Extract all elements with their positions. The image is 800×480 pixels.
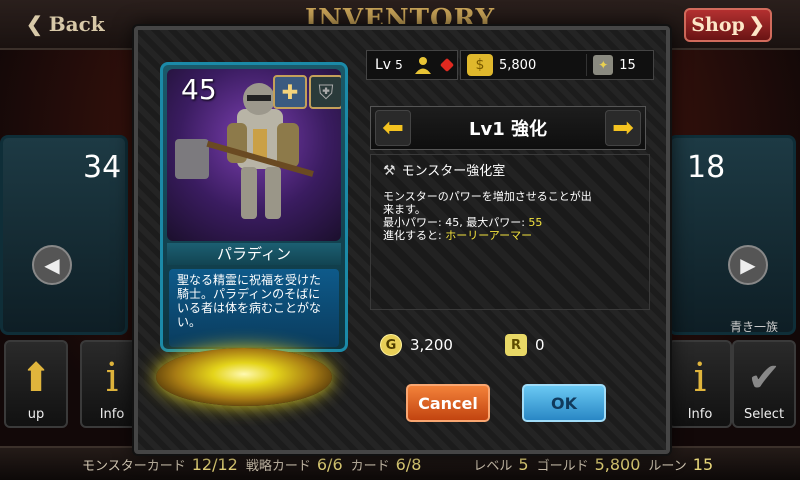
- shield-icon: ⛨: [309, 75, 341, 109]
- player-gold: 5,800: [499, 57, 537, 73]
- gold-bag-icon: $: [467, 54, 493, 76]
- rune-icon: ✦: [593, 55, 614, 75]
- info-label-right: Info: [687, 407, 713, 422]
- back-button[interactable]: ❮ Back: [14, 8, 117, 40]
- info-label-left: Info: [99, 407, 125, 422]
- anvil-icon: ⚒: [383, 163, 396, 179]
- next-level-button[interactable]: ➡: [605, 110, 641, 146]
- upgrade-info-panel: ⚒ モンスター強化室 モンスターのパワーを増加させることが出 来ます。 最小パワ…: [370, 154, 650, 310]
- card-power: 45: [181, 73, 217, 106]
- upgrade-cost: G 3,200 R 0: [370, 322, 650, 368]
- info-line-3: 最小パワー: 45, 最大パワー: 55: [383, 216, 637, 229]
- select-button[interactable]: ✔ Select: [732, 340, 796, 428]
- upgrade-side-button[interactable]: ⬆ up: [4, 340, 68, 428]
- info-line-2: 来ます。: [383, 203, 426, 216]
- upgrade-level-selector: ⬅ Lv1 強化 ➡: [370, 106, 646, 150]
- arrow-left-icon: ⬅: [382, 113, 404, 143]
- upgrade-side-label: up: [27, 407, 45, 422]
- cancel-button[interactable]: Cancel: [406, 384, 490, 422]
- next-card-power: 18: [687, 150, 726, 185]
- info-icon: i: [105, 355, 119, 401]
- chevron-right-icon: ❯: [748, 14, 765, 36]
- next-card-name: 青き一族: [730, 320, 779, 334]
- player-gold-box: $ 5,800 ✦ 15: [460, 50, 654, 80]
- monster-cards-value: 12/12: [191, 454, 238, 474]
- evolution-name: ホーリーアーマー: [445, 229, 533, 242]
- level-label: レベル: [473, 458, 513, 474]
- rune-coin-icon: R: [504, 334, 527, 356]
- power-range-label: 最小パワー: 45, 最大パワー:: [383, 216, 529, 229]
- ok-button[interactable]: OK: [522, 384, 606, 422]
- upgrade-dialog: 45 ✚ ⛨ パラディン 聖なる精霊に祝福を受けた騎士。パラディンのそばにいる者…: [134, 26, 670, 454]
- info-line-1: モンスターのパワーを増加させることが出: [383, 190, 592, 203]
- monster-art: 45 ✚ ⛨: [167, 69, 341, 241]
- glowing-pedestal: [156, 348, 332, 406]
- checkmark-icon: ✔: [747, 355, 781, 401]
- level-value: 5: [518, 454, 529, 474]
- cross-icon: ✚: [273, 75, 307, 109]
- cards-value: 6/8: [395, 454, 422, 474]
- back-label: Back: [48, 12, 105, 36]
- gold-cost: 3,200: [410, 336, 453, 354]
- arrow-up-icon: ⬆: [19, 355, 53, 401]
- gold-coin-icon: G: [380, 334, 402, 356]
- info-icon: i: [693, 355, 707, 401]
- rune-cost: 0: [534, 336, 545, 354]
- person-icon: [414, 57, 431, 74]
- lv-label: Lv: [375, 57, 392, 73]
- rune-value: 15: [692, 454, 714, 474]
- gold-value: 5,800: [594, 454, 641, 474]
- select-label: Select: [743, 407, 785, 422]
- prev-monster-card[interactable]: 34: [0, 135, 128, 335]
- rune-label: ルーン: [648, 458, 687, 474]
- strategy-cards-label: 戦略カード: [245, 458, 311, 474]
- next-arrow-button[interactable]: ▶: [728, 245, 768, 285]
- shop-button[interactable]: Shop ❯: [684, 8, 772, 42]
- info-heading: ⚒ モンスター強化室: [383, 163, 637, 179]
- upgrade-title: Lv1 強化: [469, 119, 547, 140]
- prev-card-power: 34: [83, 150, 122, 185]
- card-name: パラディン: [167, 243, 341, 265]
- info-line-4: 進化すると: ホーリーアーマー: [383, 229, 637, 242]
- info-button-right[interactable]: i Info: [668, 340, 732, 428]
- arrow-left-icon: ◀: [44, 253, 60, 277]
- next-monster-card[interactable]: 18: [668, 135, 796, 335]
- arrow-right-icon: ➡: [612, 113, 634, 143]
- prev-arrow-button[interactable]: ◀: [32, 245, 72, 285]
- cards-label: カード: [350, 458, 390, 474]
- monster-cards-label: モンスターカード: [82, 458, 186, 474]
- arrow-right-icon: ▶: [740, 253, 756, 277]
- info-heading-text: モンスター強化室: [401, 164, 506, 179]
- prev-level-button[interactable]: ⬅: [375, 110, 411, 146]
- player-rune: 15: [619, 57, 636, 73]
- monster-card: 45 ✚ ⛨ パラディン 聖なる精霊に祝福を受けた騎士。パラディンのそばにいる者…: [160, 62, 348, 352]
- divider: [586, 54, 588, 76]
- evolution-label: 進化すると:: [383, 229, 446, 242]
- card-description: 聖なる精霊に祝福を受けた騎士。パラディンのそばにいる者は体を病むことがない。: [169, 269, 339, 347]
- shop-label: Shop: [691, 14, 745, 36]
- gold-label: ゴールド: [536, 458, 589, 474]
- max-power-value: 55: [528, 216, 543, 229]
- lv-value: 5: [395, 58, 403, 72]
- chevron-left-icon: ❮: [26, 12, 43, 36]
- strategy-cards-value: 6/6: [316, 454, 343, 474]
